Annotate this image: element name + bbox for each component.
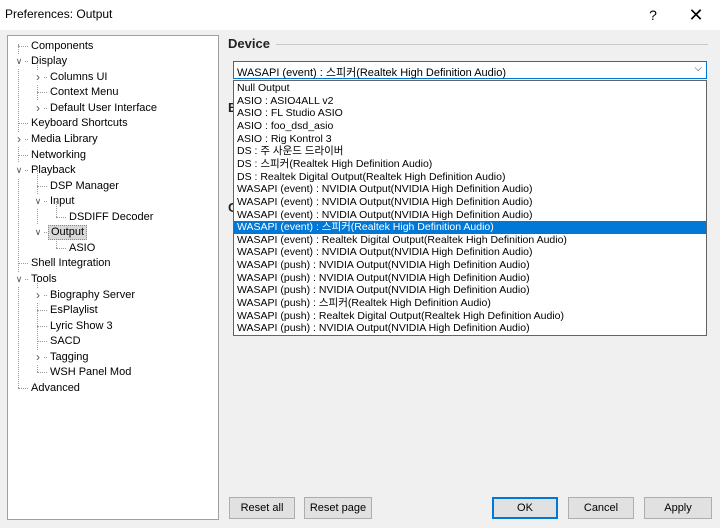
device-option[interactable]: ASIO : foo_dsd_asio <box>234 120 706 133</box>
apply-button[interactable]: Apply <box>644 497 712 519</box>
tree-item-label: Context Menu <box>50 86 119 98</box>
tree-item-context-menu[interactable]: Context Menu <box>8 85 218 100</box>
tree-item-label: Input <box>50 195 75 207</box>
device-option[interactable]: DS : 주 사운드 드라이버 <box>234 145 706 158</box>
reset-page-button[interactable]: Reset page <box>304 497 372 519</box>
tree-item-components[interactable]: Components <box>8 39 218 54</box>
device-option[interactable]: WASAPI (event) : NVIDIA Output(NVIDIA Hi… <box>234 183 706 196</box>
chevron-right-icon[interactable]: › <box>33 101 43 116</box>
device-option[interactable]: WASAPI (push) : NVIDIA Output(NVIDIA Hig… <box>234 322 706 335</box>
tree-item-input[interactable]: ∨ Input <box>8 194 218 209</box>
tree-item-media-library[interactable]: › Media Library <box>8 132 218 147</box>
chevron-down-icon[interactable]: ∨ <box>33 194 43 209</box>
window-title: Preferences: Output <box>5 7 113 21</box>
device-option[interactable]: WASAPI (push) : 스피커(Realtek High Definit… <box>234 297 706 310</box>
tree-item-label: Output <box>48 225 88 240</box>
tree-item-label: SACD <box>50 335 81 347</box>
device-option[interactable]: WASAPI (event) : 스피커(Realtek High Defini… <box>234 221 706 234</box>
tree-item-asio[interactable]: ASIO <box>8 241 218 256</box>
device-dropdown-list[interactable]: Null Output ASIO : ASIO4ALL v2 ASIO : FL S… <box>233 80 707 336</box>
device-option[interactable]: DS : Realtek Digital Output(Realtek High… <box>234 171 706 184</box>
cancel-button[interactable]: Cancel <box>568 497 634 519</box>
tree-item-default-user-interface[interactable]: › Default User Interface <box>8 101 218 116</box>
device-option[interactable]: ASIO : ASIO4ALL v2 <box>234 95 706 108</box>
device-section-rule <box>276 44 708 45</box>
tree-item-label: Columns UI <box>50 71 108 83</box>
tree-item-label: Lyric Show 3 <box>50 320 113 332</box>
tree-item-output[interactable]: ∨ Output <box>8 225 218 240</box>
tree-item-playback[interactable]: ∨ Playback <box>8 163 218 178</box>
tree-item-label: Components <box>31 40 94 52</box>
chevron-down-icon[interactable]: ∨ <box>14 272 24 287</box>
device-select[interactable]: WASAPI (event) : 스피커(Realtek High Defini… <box>233 61 707 79</box>
tree-item-biography-server[interactable]: › Biography Server <box>8 288 218 303</box>
tree-item-label: Keyboard Shortcuts <box>31 117 128 129</box>
tree-item-label: DSDIFF Decoder <box>69 211 154 223</box>
close-button[interactable]: ✕ <box>684 4 708 26</box>
tree-item-label: Tools <box>31 273 57 285</box>
tree-item-label: DSP Manager <box>50 180 119 192</box>
title-bar: Preferences: Output ? ✕ <box>0 0 720 30</box>
chevron-down-icon[interactable]: ∨ <box>14 54 24 69</box>
device-option[interactable]: WASAPI (push) : Realtek Digital Output(R… <box>234 310 706 323</box>
chevron-right-icon[interactable]: › <box>33 288 43 303</box>
chevron-right-icon[interactable]: › <box>14 132 24 147</box>
device-option[interactable]: DS : 스피커(Realtek High Definition Audio) <box>234 158 706 171</box>
device-option[interactable]: WASAPI (event) : NVIDIA Output(NVIDIA Hi… <box>234 246 706 259</box>
device-section-title: Device <box>228 36 270 51</box>
tree-item-label: Display <box>31 55 68 67</box>
device-option[interactable]: ASIO : Rig Kontrol 3 <box>234 133 706 146</box>
tree-item-wsh-panel-mod[interactable]: WSH Panel Mod <box>8 365 218 380</box>
preferences-tree[interactable]: Components ∨ Display › Columns UI Context Men… <box>7 35 219 520</box>
device-option[interactable]: WASAPI (event) : Realtek Digital Output(… <box>234 234 706 247</box>
tree-item-label: Playback <box>31 164 76 176</box>
device-option[interactable]: WASAPI (push) : NVIDIA Output(NVIDIA Hig… <box>234 272 706 285</box>
device-option[interactable]: Null Output <box>234 82 706 95</box>
tree-item-dsdiff-decoder[interactable]: DSDIFF Decoder <box>8 210 218 225</box>
chevron-right-icon[interactable]: › <box>33 350 43 365</box>
help-button[interactable]: ? <box>641 4 665 26</box>
tree-item-tagging[interactable]: › Tagging <box>8 350 218 365</box>
device-option[interactable]: WASAPI (event) : NVIDIA Output(NVIDIA Hi… <box>234 196 706 209</box>
tree-item-advanced[interactable]: Advanced <box>8 381 218 396</box>
tree-item-shell-integration[interactable]: Shell Integration <box>8 256 218 271</box>
tree-item-label: ASIO <box>69 242 96 254</box>
tree-item-label: Tagging <box>50 351 89 363</box>
tree-item-label: Media Library <box>31 133 98 145</box>
tree-item-label: Default User Interface <box>50 102 157 114</box>
tree-item-label: EsPlaylist <box>50 304 98 316</box>
tree-item-label: Networking <box>31 149 87 161</box>
device-option[interactable]: WASAPI (event) : NVIDIA Output(NVIDIA Hi… <box>234 209 706 222</box>
tree-item-display[interactable]: ∨ Display <box>8 54 218 69</box>
dialog-client-area: Components ∨ Display › Columns UI Context Men… <box>0 30 720 528</box>
tree-item-keyboard-shortcuts[interactable]: Keyboard Shortcuts <box>8 116 218 131</box>
chevron-right-icon[interactable]: › <box>33 70 43 85</box>
tree-item-label: Biography Server <box>50 289 135 301</box>
tree-item-label: Advanced <box>31 382 80 394</box>
device-option[interactable]: ASIO : FL Studio ASIO <box>234 107 706 120</box>
chevron-down-icon[interactable]: ∨ <box>14 163 24 178</box>
tree-item-networking[interactable]: Networking <box>8 148 218 163</box>
tree-item-esplaylist[interactable]: EsPlaylist <box>8 303 218 318</box>
tree-item-lyric-show-3[interactable]: Lyric Show 3 <box>8 319 218 334</box>
ok-button[interactable]: OK <box>492 497 558 519</box>
device-option[interactable]: WASAPI (push) : NVIDIA Output(NVIDIA Hig… <box>234 259 706 272</box>
reset-all-button[interactable]: Reset all <box>229 497 295 519</box>
tree-item-sacd[interactable]: SACD <box>8 334 218 349</box>
tree-item-tools[interactable]: ∨ Tools <box>8 272 218 287</box>
tree-item-columns-ui[interactable]: › Columns UI <box>8 70 218 85</box>
chevron-down-icon[interactable]: ⌵ <box>694 63 702 74</box>
tree-item-label: WSH Panel Mod <box>50 366 132 378</box>
device-option[interactable]: WASAPI (push) : NVIDIA Output(NVIDIA Hig… <box>234 284 706 297</box>
tree-item-label: Shell Integration <box>31 257 111 269</box>
tree-item-dsp-manager[interactable]: DSP Manager <box>8 179 218 194</box>
chevron-down-icon[interactable]: ∨ <box>33 225 43 240</box>
device-select-value: WASAPI (event) : 스피커(Realtek High Defini… <box>237 67 506 79</box>
